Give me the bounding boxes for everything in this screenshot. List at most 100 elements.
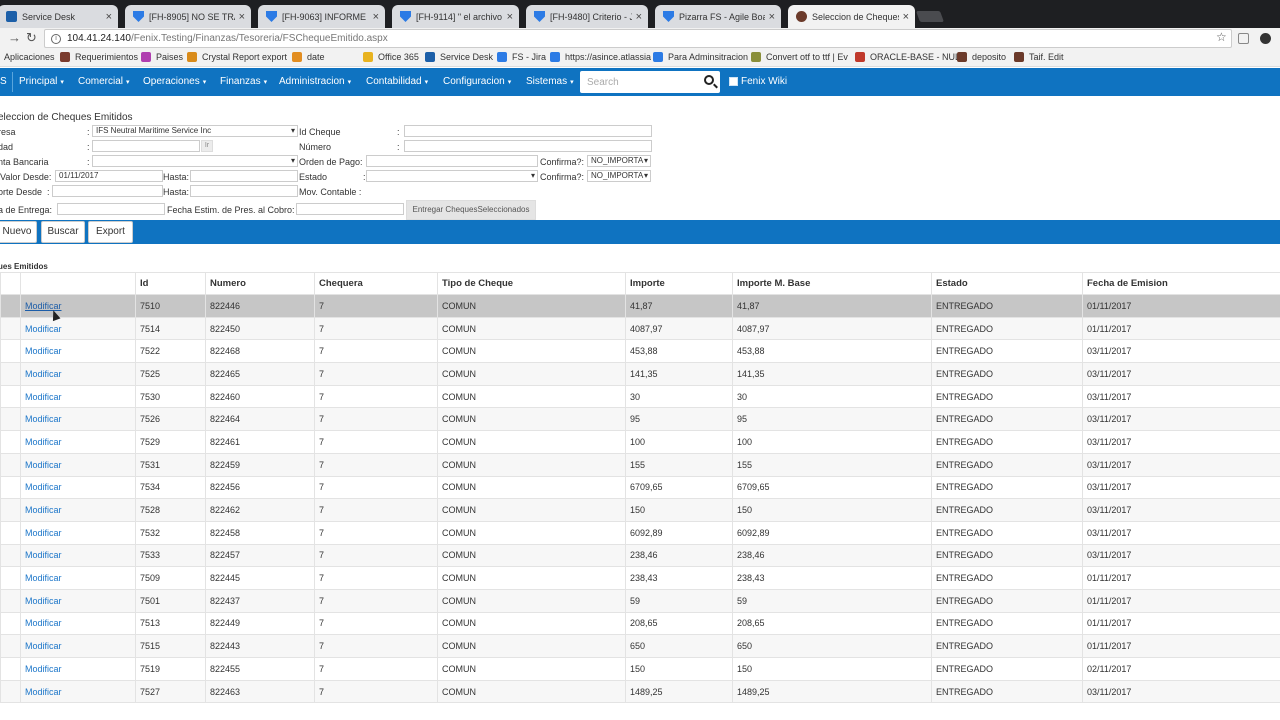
bookmark-item[interactable]: Service Desk [425, 52, 493, 62]
bookmark-item[interactable]: Paises [141, 52, 183, 62]
table-row[interactable]: Modificar 7533 822457 7 COMUN 238,46 238,46 ENT… [0, 544, 1280, 568]
url-field[interactable]: i 104.41.24.140 /Fenix.Testing/Finanzas/… [44, 29, 1232, 48]
info-icon[interactable]: i [51, 33, 61, 44]
bookmark-item[interactable]: Requerimientos [60, 52, 138, 62]
table-row[interactable]: Modificar 7514 822450 7 COMUN 4087,97 4087,97 E… [0, 317, 1280, 341]
modificar-link[interactable]: Modificar [25, 641, 62, 651]
reload-icon[interactable]: ↻ [26, 30, 37, 46]
orden-pago-input[interactable] [366, 155, 538, 167]
table-row[interactable]: Modificar 7525 822465 7 COMUN 141,35 141,35 ENT… [0, 362, 1280, 386]
numero-input[interactable] [404, 140, 652, 152]
export-button[interactable]: Export [88, 221, 133, 243]
bookmark-item[interactable]: Para Adminsitracion [653, 52, 748, 62]
modificar-link[interactable]: Modificar [25, 596, 62, 606]
ir-button[interactable]: Ir [201, 140, 213, 152]
table-row[interactable]: Modificar 7528 822462 7 COMUN 150 150 ENTREGADO… [0, 498, 1280, 522]
fecha-estim-input[interactable] [296, 203, 404, 215]
browser-tab[interactable]: Service Desk × [0, 5, 118, 28]
browser-tab[interactable]: Seleccion de Cheques Em × [788, 5, 915, 28]
modificar-link[interactable]: Modificar [25, 687, 62, 697]
close-tab-icon[interactable]: × [106, 11, 112, 23]
bookmark-item[interactable]: date [292, 52, 325, 62]
table-row[interactable]: Modificar 7510 822446 7 COMUN 41,87 41,87 ENTRE… [0, 294, 1280, 318]
close-tab-icon[interactable]: × [239, 11, 245, 23]
nav-menu-contabilidad[interactable]: Contabilidad ▾ [366, 76, 428, 87]
table-row[interactable]: Modificar 7519 822455 7 COMUN 150 150 ENTREGADO… [0, 657, 1280, 681]
close-tab-icon[interactable]: × [769, 11, 775, 23]
unidad-input[interactable] [92, 140, 200, 152]
table-row[interactable]: Modificar 7532 822458 7 COMUN 6092,89 6092,89 E… [0, 521, 1280, 545]
bookmark-item[interactable]: FS - Jira [497, 52, 546, 62]
column-header[interactable]: Tipo de Cheque [437, 272, 626, 295]
modificar-link[interactable]: Modificar [25, 505, 62, 515]
nav-menu-configuracion[interactable]: Configuracion ▾ [443, 76, 511, 87]
bookmark-item[interactable]: deposito [957, 52, 1006, 62]
importe-desde-input[interactable] [52, 185, 163, 197]
buscar-button[interactable]: Buscar [41, 221, 85, 243]
table-row[interactable]: Modificar 7515 822443 7 COMUN 650 650 ENTREGADO… [0, 634, 1280, 658]
fecha-entrega-input[interactable] [57, 203, 165, 215]
modificar-link[interactable]: Modificar [25, 392, 62, 402]
close-tab-icon[interactable]: × [903, 11, 909, 23]
column-header[interactable]: Fecha de Emision [1082, 272, 1280, 295]
profile-icon[interactable] [1260, 33, 1271, 44]
bookmark-star-icon[interactable]: ☆ [1216, 30, 1227, 44]
column-header[interactable]: Importe M. Base [732, 272, 932, 295]
confirma-select[interactable]: NO_IMPORTA [587, 170, 651, 182]
browser-tab[interactable]: [FH-9063] INFORME PAR × [258, 5, 385, 28]
valor-desde-input[interactable]: 01/11/2017 [55, 170, 163, 182]
modificar-link[interactable]: Modificar [25, 664, 62, 674]
extension-icon[interactable] [1238, 33, 1249, 44]
column-header[interactable]: Id [135, 272, 206, 295]
table-row[interactable]: Modificar 7534 822456 7 COMUN 6709,65 6709,65 E… [0, 476, 1280, 500]
column-header[interactable]: Chequera [314, 272, 438, 295]
modificar-link[interactable]: Modificar [25, 482, 62, 492]
entregar-cheques-button[interactable]: Entregar ChequesSeleccionados [406, 200, 536, 220]
table-row[interactable]: Modificar 7526 822464 7 COMUN 95 95 ENTREGADO 03… [0, 407, 1280, 432]
search-icon[interactable] [704, 75, 714, 85]
table-row[interactable]: Modificar 7529 822461 7 COMUN 100 100 ENTREGADO… [0, 430, 1280, 454]
close-tab-icon[interactable]: × [507, 11, 513, 23]
browser-tab[interactable]: [FH-9114] " el archivo no × [392, 5, 519, 28]
bookmark-item[interactable]: ORACLE-BASE - NUL [855, 52, 960, 62]
bookmark-item[interactable]: Taif. Edit [1014, 52, 1064, 62]
nav-menu-operaciones[interactable]: Operaciones ▾ [143, 76, 206, 87]
confirma-select[interactable]: NO_IMPORTA [587, 155, 651, 167]
bookmark-item[interactable]: Crystal Report export [187, 52, 287, 62]
nav-menu-comercial[interactable]: Comercial ▾ [78, 76, 130, 87]
bookmark-item[interactable]: Aplicaciones [4, 52, 55, 62]
column-header[interactable]: Numero [205, 272, 315, 295]
table-row[interactable]: Modificar 7501 822437 7 COMUN 59 59 ENTREGADO 01… [0, 589, 1280, 613]
modificar-link[interactable]: Modificar [25, 346, 62, 356]
empresa-select[interactable]: IFS Neutral Maritime Service Inc [92, 125, 298, 137]
bookmark-item[interactable]: Office 365 [363, 52, 419, 62]
new-tab-button[interactable] [915, 11, 945, 22]
bookmark-item[interactable]: https://asince.atlassia [550, 52, 651, 62]
modificar-link[interactable]: Modificar [25, 324, 62, 334]
cuenta-bancaria-select[interactable] [92, 155, 298, 167]
id-cheque-input[interactable] [404, 125, 652, 137]
nav-menu-finanzas[interactable]: Finanzas ▾ [220, 76, 267, 87]
browser-tab[interactable]: [FH-9480] Criterio - JIRA × [526, 5, 648, 28]
nav-menu-principal[interactable]: Principal ▾ [19, 76, 64, 87]
valor-hasta-input[interactable] [190, 170, 298, 182]
bookmark-item[interactable]: Convert otf to ttf | Ev [751, 52, 848, 62]
column-header[interactable]: Importe [625, 272, 733, 295]
estado-select[interactable] [366, 170, 538, 182]
nav-menu-administracion[interactable]: Administracion ▾ [279, 76, 351, 87]
table-row[interactable]: Modificar 7513 822449 7 COMUN 208,65 208,65 ENT… [0, 612, 1280, 636]
modificar-link[interactable]: Modificar [25, 550, 62, 560]
table-row[interactable]: Modificar 7527 822463 7 COMUN 1489,25 1489,25 E… [0, 680, 1280, 704]
browser-tab[interactable]: [FH-8905] NO SE TRANS × [125, 5, 251, 28]
app-brand[interactable]: S [0, 76, 7, 87]
importe-hasta-input[interactable] [190, 185, 298, 197]
back-icon[interactable]: → [8, 30, 21, 45]
modificar-link[interactable]: Modificar [25, 528, 62, 538]
table-row[interactable]: Modificar 7531 822459 7 COMUN 155 155 ENTREGADO… [0, 453, 1280, 477]
modificar-link[interactable]: Modificar [25, 369, 62, 379]
modificar-link[interactable]: Modificar [25, 460, 62, 470]
close-tab-icon[interactable]: × [636, 11, 642, 23]
browser-tab[interactable]: Pizarra FS - Agile Board × [655, 5, 781, 28]
nuevo-button[interactable]: Nuevo [0, 221, 37, 243]
table-row[interactable]: Modificar 7509 822445 7 COMUN 238,43 238,43 ENT… [0, 566, 1280, 590]
